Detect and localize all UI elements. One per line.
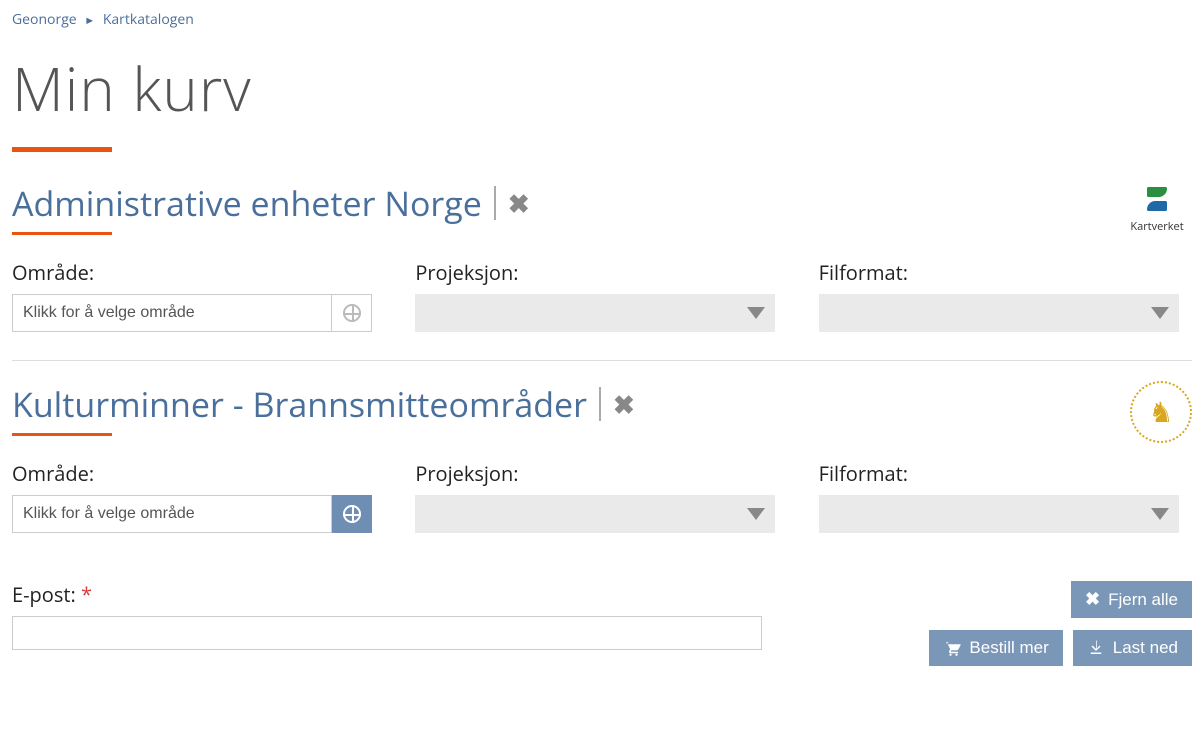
dataset-underline <box>12 433 112 436</box>
download-icon <box>1087 639 1105 657</box>
remove-dataset-button[interactable]: ✖ <box>508 190 530 216</box>
chevron-down-icon <box>1151 307 1169 319</box>
map-select-button[interactable] <box>332 495 372 533</box>
dataset-fields-row: Område: Projeksjon: Filformat: <box>12 460 1192 533</box>
dataset-title-link[interactable]: Kulturminner - Brannsmitteområder <box>12 381 587 427</box>
email-block: E-post: * <box>12 581 762 650</box>
title-underline <box>12 147 112 152</box>
dataset-fields-row: Område: Projeksjon: Filformat: <box>12 259 1192 332</box>
breadcrumb: Geonorge ► Kartkatalogen <box>12 8 1192 39</box>
chevron-down-icon <box>747 508 765 520</box>
organization-label: Kartverket <box>1130 219 1183 234</box>
format-field: Filformat: <box>819 460 1192 533</box>
dataset-block: Administrative enheter Norge ✖ Kartverke… <box>12 180 1192 361</box>
dataset-header: Administrative enheter Norge ✖ Kartverke… <box>12 180 1192 253</box>
breadcrumb-separator-icon: ► <box>84 13 95 28</box>
email-label: E-post: * <box>12 581 762 608</box>
projection-select[interactable] <box>415 495 775 533</box>
email-input[interactable] <box>12 616 762 650</box>
projection-label: Projeksjon: <box>415 460 788 487</box>
map-select-button[interactable] <box>332 294 372 332</box>
title-separator <box>494 186 496 220</box>
globe-icon <box>343 304 361 322</box>
riksantikvaren-logo-icon: ♞ <box>1130 381 1192 443</box>
area-field: Område: <box>12 259 385 332</box>
clear-all-label: Fjern alle <box>1108 590 1178 610</box>
remove-dataset-button[interactable]: ✖ <box>613 391 635 417</box>
area-label: Område: <box>12 460 385 487</box>
download-button[interactable]: Last ned <box>1073 630 1192 666</box>
dataset-title-link[interactable]: Administrative enheter Norge <box>12 180 482 226</box>
projection-field: Projeksjon: <box>415 259 788 332</box>
breadcrumb-current-link[interactable]: Kartkatalogen <box>103 10 194 29</box>
required-mark: * <box>81 581 92 608</box>
order-more-label: Bestill mer <box>969 638 1048 658</box>
bottom-row: E-post: * ✖ Fjern alle Bestill mer Last … <box>12 581 1192 666</box>
organization-logo: Kartverket <box>1122 180 1192 240</box>
cart-icon <box>943 639 961 657</box>
area-input[interactable] <box>12 294 332 332</box>
format-field: Filformat: <box>819 259 1192 332</box>
area-label: Område: <box>12 259 385 286</box>
dataset-underline <box>12 232 112 235</box>
chevron-down-icon <box>747 307 765 319</box>
format-label: Filformat: <box>819 259 1192 286</box>
globe-icon <box>343 505 361 523</box>
format-label: Filformat: <box>819 460 1192 487</box>
dataset-header: Kulturminner - Brannsmitteområder ✖ ♞ <box>12 381 1192 454</box>
close-icon: ✖ <box>1085 589 1100 610</box>
projection-field: Projeksjon: <box>415 460 788 533</box>
format-select[interactable] <box>819 294 1179 332</box>
dataset-block: Kulturminner - Brannsmitteområder ✖ ♞ Om… <box>12 381 1192 561</box>
area-field: Område: <box>12 460 385 533</box>
order-more-button[interactable]: Bestill mer <box>929 630 1062 666</box>
breadcrumb-home-link[interactable]: Geonorge <box>12 10 77 29</box>
action-buttons: ✖ Fjern alle Bestill mer Last ned <box>929 581 1192 666</box>
format-select[interactable] <box>819 495 1179 533</box>
chevron-down-icon <box>1151 508 1169 520</box>
kartverket-logo-icon <box>1145 187 1169 211</box>
title-separator <box>599 387 601 421</box>
projection-label: Projeksjon: <box>415 259 788 286</box>
area-input[interactable] <box>12 495 332 533</box>
projection-select[interactable] <box>415 294 775 332</box>
download-label: Last ned <box>1113 638 1178 658</box>
page-title: Min kurv <box>12 47 1192 129</box>
clear-all-button[interactable]: ✖ Fjern alle <box>1071 581 1192 618</box>
